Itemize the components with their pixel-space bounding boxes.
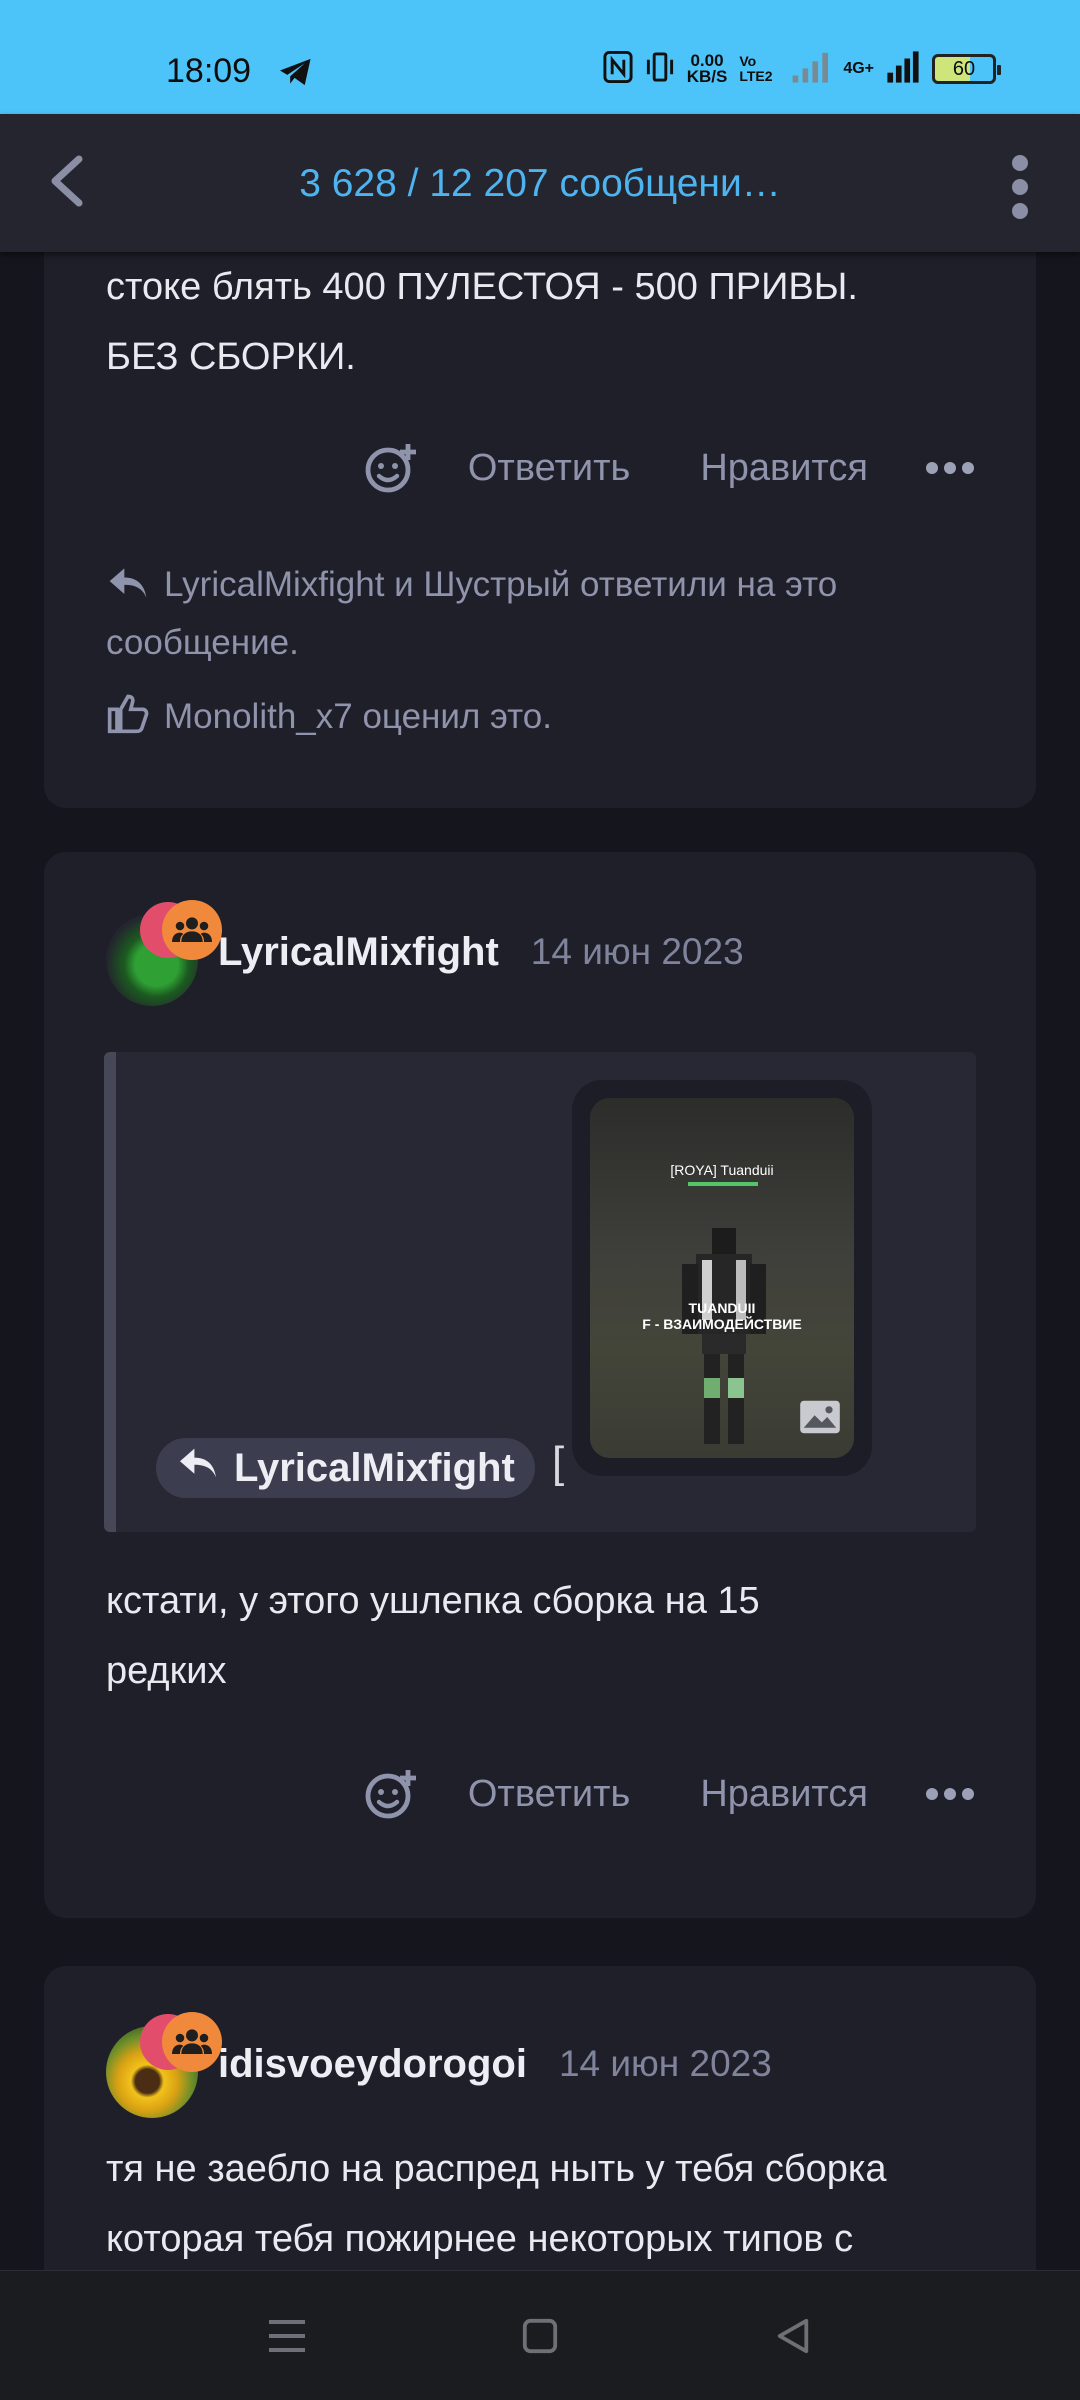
system-nav-bar bbox=[0, 2270, 1080, 2400]
battery-icon: 60 bbox=[932, 54, 1001, 84]
quote-author: LyricalMixfight bbox=[234, 1445, 515, 1490]
volte-label: Vo LTE2 bbox=[739, 53, 773, 84]
avatar[interactable] bbox=[106, 2012, 222, 2118]
like-button[interactable]: Нравится bbox=[700, 1773, 868, 1816]
status-bar: 18:09 0.00 KB/S Vo LTE2 4G+ 60 bbox=[0, 0, 1080, 114]
telegram-icon bbox=[278, 56, 314, 93]
health-bar bbox=[688, 1182, 758, 1186]
post-actions: Ответить Нравится bbox=[362, 1766, 974, 1822]
avatar[interactable] bbox=[106, 900, 222, 1006]
network-speed: 0.00 KB/S bbox=[686, 51, 728, 86]
add-reaction-icon[interactable] bbox=[362, 440, 418, 496]
more-vertical-icon[interactable] bbox=[990, 150, 1050, 224]
username[interactable]: LyricalMixfight bbox=[218, 930, 499, 975]
reply-icon bbox=[106, 565, 164, 604]
replied-notice[interactable]: LyricalMixfight и Шустрый ответили на эт… bbox=[106, 556, 976, 672]
more-horizontal-icon[interactable] bbox=[926, 1788, 974, 1800]
group-icon bbox=[162, 900, 222, 960]
post-header: idisvoeydorogoi 14 июн 2023 bbox=[106, 2012, 772, 2118]
back-button[interactable] bbox=[30, 146, 104, 220]
more-horizontal-icon[interactable] bbox=[926, 462, 974, 474]
quote-text: [ bbox=[552, 1438, 565, 1487]
post-body: тя не заебло на распред ныть у тебя сбор… bbox=[106, 2148, 887, 2260]
page-title[interactable]: 3 628 / 12 207 сообщени… bbox=[160, 162, 920, 206]
post-date[interactable]: 14 июн 2023 bbox=[559, 2043, 772, 2085]
game-label: TUANDUII F - ВЗАИМОДЕЙСТВИЕ bbox=[642, 1300, 802, 1332]
back-arrow-icon bbox=[47, 155, 87, 212]
signal-icon bbox=[886, 50, 920, 89]
status-icons: 0.00 KB/S Vo LTE2 4G+ 60 bbox=[603, 46, 1001, 92]
post-actions: Ответить Нравится bbox=[362, 440, 974, 496]
quote-author-chip[interactable]: LyricalMixfight bbox=[156, 1438, 535, 1498]
game-player-name: [ROYA] Tuanduii bbox=[670, 1162, 774, 1178]
post-body: кстати, у этого ушлепка сборка на 15 ред… bbox=[106, 1580, 760, 1692]
post-body: стоке блять 400 ПУЛЕСТОЯ - 500 ПРИВЫ. БЕ… bbox=[106, 266, 858, 378]
app-bar: 3 628 / 12 207 сообщени… bbox=[0, 114, 1080, 252]
liked-notice[interactable]: Monolith_x7 оценил это. bbox=[106, 688, 976, 746]
reply-button[interactable]: Ответить bbox=[468, 1773, 630, 1816]
username[interactable]: idisvoeydorogoi bbox=[218, 2042, 527, 2087]
like-button[interactable]: Нравится bbox=[700, 447, 868, 490]
back-triangle-icon[interactable] bbox=[748, 2291, 838, 2381]
attached-image[interactable]: [ROYA] Tuanduii TUANDUII F - ВЗАИМОДЕЙСТ… bbox=[572, 1080, 872, 1476]
network-type: 4G+ bbox=[843, 60, 874, 77]
post-date[interactable]: 14 июн 2023 bbox=[531, 931, 744, 973]
game-screenshot: [ROYA] Tuanduii TUANDUII F - ВЗАИМОДЕЙСТ… bbox=[590, 1098, 854, 1458]
status-time: 18:09 bbox=[166, 52, 252, 90]
thumbs-up-icon bbox=[106, 694, 164, 736]
menu-icon[interactable] bbox=[242, 2291, 332, 2381]
reply-icon bbox=[176, 1445, 220, 1491]
group-icon bbox=[162, 2012, 222, 2072]
post-header: LyricalMixfight 14 июн 2023 bbox=[106, 900, 744, 1006]
game-character bbox=[682, 1228, 766, 1444]
nfc-icon bbox=[603, 50, 633, 88]
vibrate-icon bbox=[645, 51, 675, 88]
signal-icon bbox=[791, 50, 831, 89]
home-icon[interactable] bbox=[495, 2291, 585, 2381]
add-reaction-icon[interactable] bbox=[362, 1766, 418, 1822]
reply-button[interactable]: Ответить bbox=[468, 447, 630, 490]
quote-block[interactable]: [ROYA] Tuanduii TUANDUII F - ВЗАИМОДЕЙСТ… bbox=[104, 1052, 976, 1532]
image-icon bbox=[798, 1399, 842, 1440]
post-card: LyricalMixfight 14 июн 2023 [ROYA] Tuand… bbox=[44, 852, 1036, 1918]
